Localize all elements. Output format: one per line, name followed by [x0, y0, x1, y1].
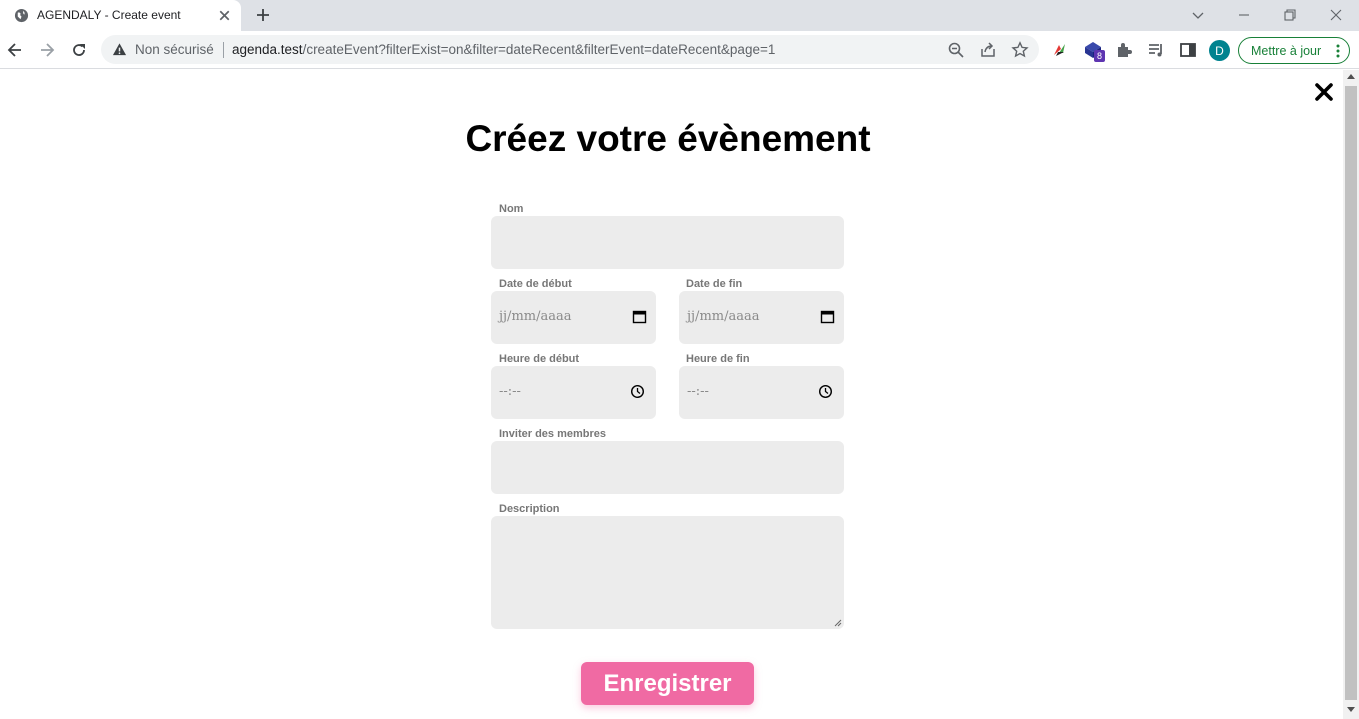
omnibox-divider: [223, 42, 224, 58]
resize-handle-icon[interactable]: [833, 618, 842, 627]
page-viewport: Créez votre évènement Nom Date de début …: [0, 70, 1343, 719]
name-input[interactable]: [491, 216, 844, 269]
scroll-up-icon[interactable]: [1347, 74, 1355, 79]
reload-icon[interactable]: [69, 40, 89, 60]
end-date-input[interactable]: jj/mm/aaaa: [679, 291, 844, 344]
scrollbar-thumb[interactable]: [1345, 86, 1357, 700]
end-time-placeholder: --:--: [687, 384, 709, 399]
vertical-scrollbar[interactable]: [1343, 70, 1359, 719]
security-label[interactable]: Non sécurisé: [135, 42, 214, 57]
page-title: Créez votre évènement: [465, 118, 871, 159]
media-control-icon[interactable]: [1146, 40, 1166, 60]
start-time-placeholder: --:--: [499, 384, 521, 399]
minimize-icon[interactable]: [1233, 4, 1255, 26]
tab-search-icon[interactable]: [1187, 4, 1209, 26]
description-label: Description: [499, 503, 560, 515]
url-text[interactable]: agenda.test/createEvent?filterExist=on&f…: [232, 42, 775, 57]
profile-avatar[interactable]: D: [1209, 40, 1230, 61]
scroll-down-icon[interactable]: [1347, 707, 1355, 712]
address-bar[interactable]: Non sécurisé agenda.test/createEvent?fil…: [101, 35, 1039, 64]
calendar-icon[interactable]: [820, 309, 835, 324]
name-label: Nom: [499, 203, 524, 215]
invite-members-input[interactable]: [491, 441, 844, 494]
puzzle-icon[interactable]: [1114, 40, 1134, 60]
calendar-icon[interactable]: [632, 309, 647, 324]
tab-strip: AGENDALY - Create event: [0, 0, 1359, 31]
save-button[interactable]: Enregistrer: [581, 662, 754, 705]
url-path: /createEvent?filterExist=on&filter=dateR…: [302, 42, 776, 57]
extension-colorful-icon[interactable]: [1050, 40, 1070, 60]
more-menu-icon: [1336, 44, 1340, 58]
new-tab-icon[interactable]: [253, 5, 273, 25]
close-icon[interactable]: [1314, 82, 1334, 102]
end-time-input[interactable]: --:--: [679, 366, 844, 419]
update-button-label: Mettre à jour: [1251, 43, 1322, 58]
browser-toolbar: Non sécurisé agenda.test/createEvent?fil…: [0, 31, 1359, 69]
zoom-icon[interactable]: [947, 41, 965, 59]
update-button[interactable]: Mettre à jour: [1238, 37, 1350, 64]
close-window-icon[interactable]: [1325, 4, 1347, 26]
invite-label: Inviter des membres: [499, 428, 606, 440]
globe-icon: [14, 8, 29, 23]
active-tab[interactable]: AGENDALY - Create event: [0, 0, 241, 31]
bookmark-star-icon[interactable]: [1011, 41, 1029, 59]
close-tab-icon[interactable]: [216, 7, 233, 24]
restore-icon[interactable]: [1279, 4, 1301, 26]
side-panel-icon[interactable]: [1178, 40, 1198, 60]
tab-title: AGENDALY - Create event: [37, 8, 181, 22]
start-time-label: Heure de début: [499, 353, 580, 365]
url-host: agenda.test: [232, 42, 303, 57]
start-date-placeholder: jj/mm/aaaa: [499, 309, 572, 324]
share-icon[interactable]: [979, 41, 997, 59]
warning-icon[interactable]: [112, 42, 127, 57]
start-date-label: Date de début: [499, 278, 572, 290]
clock-icon[interactable]: [818, 384, 833, 399]
start-time-input[interactable]: --:--: [491, 366, 656, 419]
description-textarea[interactable]: [491, 516, 844, 629]
extension-badge-icon[interactable]: 8: [1083, 40, 1107, 64]
end-date-label: Date de fin: [686, 278, 743, 290]
clock-icon[interactable]: [630, 384, 645, 399]
end-date-placeholder: jj/mm/aaaa: [687, 309, 760, 324]
end-time-label: Heure de fin: [686, 353, 750, 365]
forward-icon[interactable]: [37, 40, 57, 60]
start-date-input[interactable]: jj/mm/aaaa: [491, 291, 656, 344]
back-icon[interactable]: [5, 40, 25, 60]
extension-badge-count: 8: [1094, 50, 1105, 62]
